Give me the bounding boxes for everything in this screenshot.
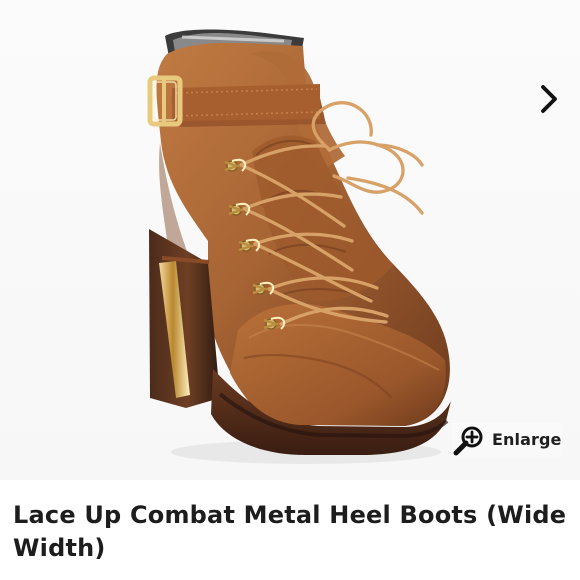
- boot-image: [147, 29, 451, 464]
- enlarge-button[interactable]: Enlarge: [452, 423, 562, 457]
- product-page: Enlarge Lace Up Combat Metal Heel Boots …: [0, 0, 580, 580]
- next-image-button[interactable]: [534, 82, 564, 116]
- product-title: Lace Up Combat Metal Heel Boots (Wide Wi…: [13, 501, 567, 562]
- chevron-right-icon: [541, 85, 557, 113]
- enlarge-label: Enlarge: [492, 430, 562, 449]
- product-image[interactable]: Enlarge: [0, 0, 580, 480]
- magnifier-plus-icon: [453, 426, 483, 456]
